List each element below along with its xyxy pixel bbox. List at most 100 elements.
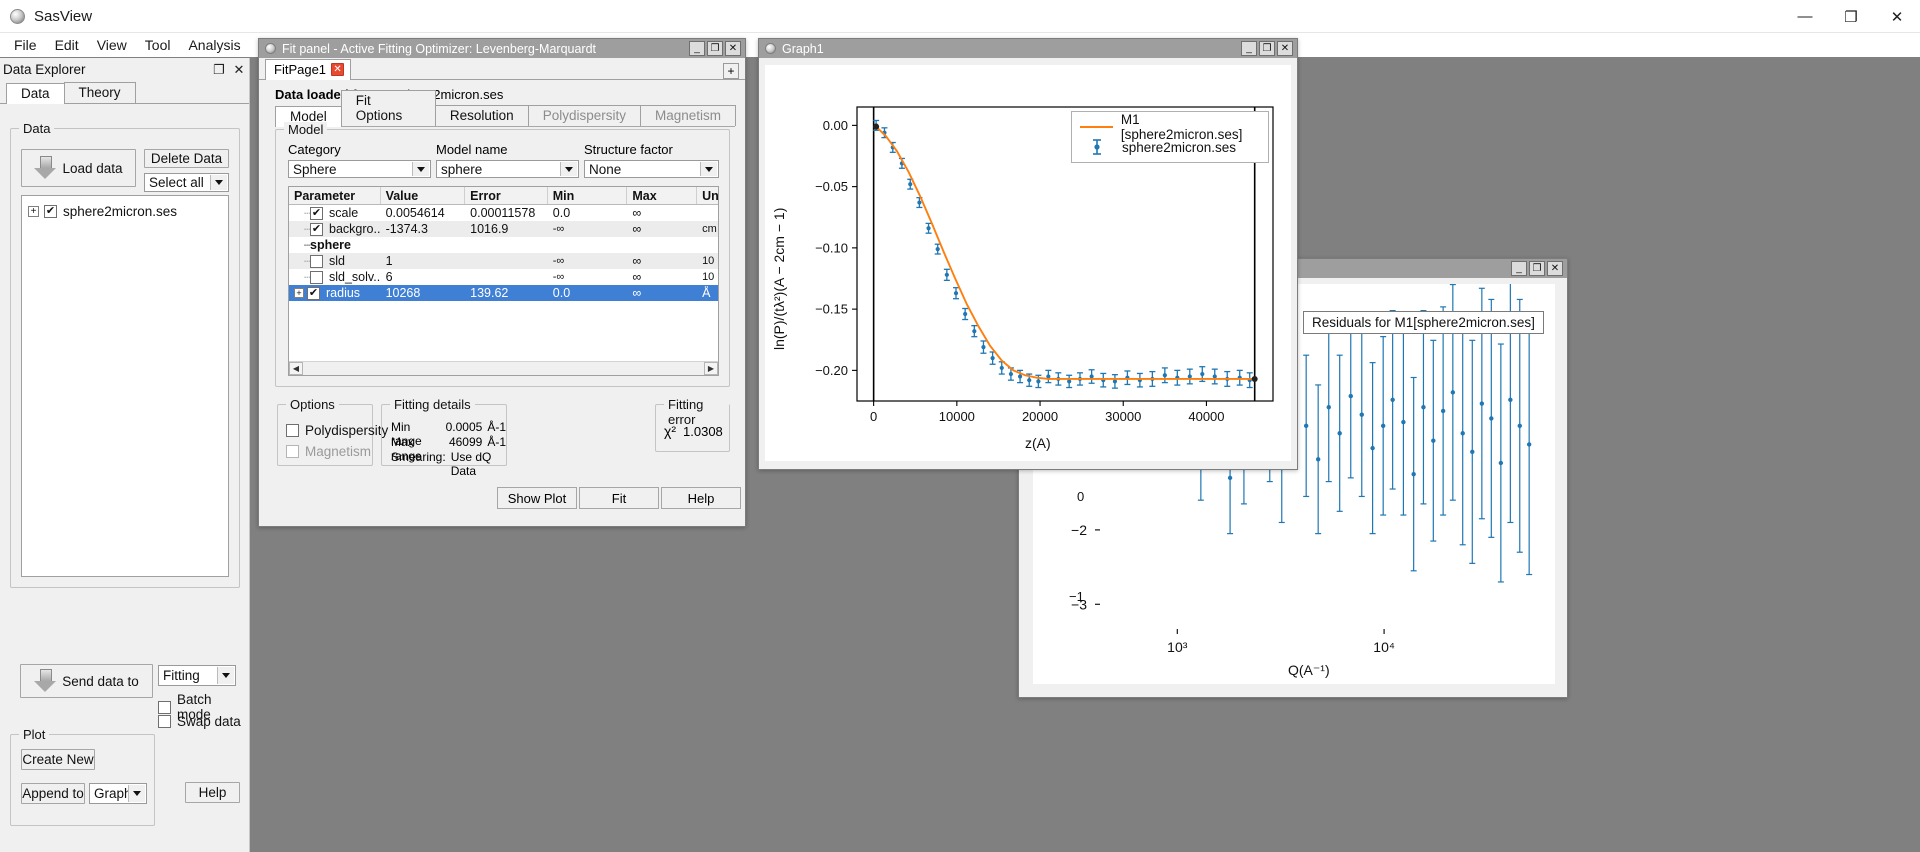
send-data-to-button[interactable]: Send data to [20,664,153,698]
param-min-scale[interactable]: 0.0 [548,206,628,220]
structure-factor-combo[interactable]: None [584,160,719,178]
scroll-left-icon[interactable]: ◀ [289,362,303,375]
parameter-table-hscrollbar[interactable]: ◀ ▶ [289,361,718,375]
fit-panel-close-button[interactable]: ✕ [725,41,741,56]
tab-data[interactable]: Data [6,83,65,104]
scroll-right-icon[interactable]: ▶ [704,362,718,375]
table-row[interactable]: ┄ scale 0.0054614 0.00011578 0.0 ∞ [289,205,718,221]
send-target-combo[interactable]: Fitting [158,665,236,686]
svg-text:10⁴: 10⁴ [1373,639,1395,655]
model-name-label: Model name [436,142,508,157]
param-max-sld-solvent[interactable]: ∞ [627,270,697,284]
data-explorer-header: Data Explorer ❐ ✕ [0,58,249,81]
close-panel-icon[interactable]: ✕ [229,62,249,78]
menu-edit[interactable]: Edit [46,35,88,55]
graph1-maximize-button[interactable]: ❐ [1259,41,1275,56]
row-checkbox-sld-solvent[interactable] [310,271,323,284]
table-row[interactable]: ┄ sld_solv... 6 -∞ ∞ 10 [289,269,718,285]
graph1-canvas[interactable]: 0.00−0.05−0.10−0.15−0.200100002000030000… [765,65,1291,461]
param-value-radius[interactable]: 10268 [381,286,466,300]
graph1-legend[interactable]: M1 [sphere2micron.ses] sphere2micron.ses [1071,111,1269,163]
minimize-button[interactable]: — [1782,0,1828,33]
graph1-minimize-button[interactable]: _ [1241,41,1257,56]
data-tree-listbox[interactable]: + sphere2micron.ses [21,195,229,577]
tab-resolution[interactable]: Resolution [435,105,529,126]
graph2-minimize-button[interactable]: _ [1511,261,1527,276]
table-row[interactable]: + radius 10268 139.62 0.0 ∞ Å [289,285,718,301]
expand-icon[interactable]: + [28,206,39,217]
expand-radius-icon[interactable]: + [294,288,304,298]
fitpage1-close-icon[interactable]: ✕ [331,63,344,76]
show-plot-button[interactable]: Show Plot [497,487,577,509]
graph1-close-button[interactable]: ✕ [1277,41,1293,56]
maximize-button[interactable]: ❐ [1828,0,1874,33]
param-max-sld[interactable]: ∞ [627,254,697,268]
param-max-radius[interactable]: ∞ [627,286,697,300]
delete-data-button[interactable]: Delete Data [144,149,229,168]
col-parameter[interactable]: Parameter [289,187,381,204]
tab-fit-options[interactable]: Fit Options [341,90,436,126]
add-fitpage-button[interactable]: + [723,63,739,79]
svg-text:−2: −2 [1071,522,1087,538]
fit-panel-minimize-button[interactable]: _ [689,41,705,56]
row-checkbox-background[interactable] [310,223,323,236]
list-item[interactable]: + sphere2micron.ses [22,202,228,221]
model-name-combo[interactable]: sphere [436,160,579,178]
explorer-help-button[interactable]: Help [185,782,240,803]
select-all-combo[interactable]: Select all [144,173,229,192]
legend-label-data: sphere2micron.ses [1122,140,1236,155]
polydispersity-row[interactable]: Polydispersity [286,423,388,438]
row-checkbox-radius[interactable] [307,287,320,300]
batch-mode-checkbox[interactable] [158,701,171,714]
param-min-sld-solvent[interactable]: -∞ [548,271,628,283]
param-min-radius[interactable]: 0.0 [548,286,628,300]
col-error[interactable]: Error [465,187,548,204]
window-controls: — ❐ ✕ [1782,0,1920,33]
col-max[interactable]: Max [627,187,697,204]
fit-panel-help-button[interactable]: Help [661,487,741,509]
param-min-background[interactable]: -∞ [548,223,628,235]
magnetism-row[interactable]: Magnetism [286,444,371,459]
tab-polydispersity[interactable]: Polydispersity [528,105,641,126]
structure-factor-label: Structure factor [584,142,673,157]
row-checkbox-sld[interactable] [310,255,323,268]
param-max-background[interactable]: ∞ [627,222,697,236]
col-value[interactable]: Value [381,187,466,204]
create-new-plot-button[interactable]: Create New [21,749,95,770]
param-max-scale[interactable]: ∞ [627,206,697,220]
param-value-background[interactable]: -1374.3 [381,222,466,236]
load-data-button[interactable]: Load data [21,149,136,187]
swap-data-checkbox[interactable] [158,715,171,728]
fit-button[interactable]: Fit [579,487,659,509]
swap-data-row[interactable]: Swap data [158,714,241,729]
dataset-checkbox[interactable] [44,205,57,218]
close-button[interactable]: ✕ [1874,0,1920,33]
col-min[interactable]: Min [548,187,628,204]
col-unit[interactable]: Un [697,187,718,204]
row-checkbox-scale[interactable] [310,207,323,220]
param-value-sld-solvent[interactable]: 6 [381,270,466,284]
parameter-table[interactable]: Parameter Value Error Min Max Un ┄ scale… [288,186,719,376]
fit-panel-maximize-button[interactable]: ❐ [707,41,723,56]
menu-tool[interactable]: Tool [136,35,180,55]
menu-view[interactable]: View [88,35,136,55]
graph2-close-button[interactable]: ✕ [1547,261,1563,276]
tab-theory[interactable]: Theory [64,82,136,103]
graph2-maximize-button[interactable]: ❐ [1529,261,1545,276]
float-panel-icon[interactable]: ❐ [209,62,229,78]
tab-magnetism[interactable]: Magnetism [640,105,736,126]
append-target-combo[interactable]: Graph1 [89,783,147,804]
param-value-sld[interactable]: 1 [381,254,466,268]
table-row[interactable]: ┄ backgro... -1374.3 1016.9 -∞ ∞ cm [289,221,718,237]
fitpage1-tab[interactable]: FitPage1 ✕ [265,59,351,80]
table-row[interactable]: ┄ sld 1 -∞ ∞ 10 [289,253,718,269]
menu-analysis[interactable]: Analysis [179,35,249,55]
magnetism-checkbox[interactable] [286,445,299,458]
menu-file[interactable]: File [5,35,46,55]
param-value-scale[interactable]: 0.0054614 [381,206,466,220]
polydispersity-checkbox[interactable] [286,424,299,437]
scroll-track[interactable] [303,362,704,375]
category-combo[interactable]: Sphere [288,160,431,178]
append-to-button[interactable]: Append to [21,783,85,804]
param-min-sld[interactable]: -∞ [548,255,628,267]
